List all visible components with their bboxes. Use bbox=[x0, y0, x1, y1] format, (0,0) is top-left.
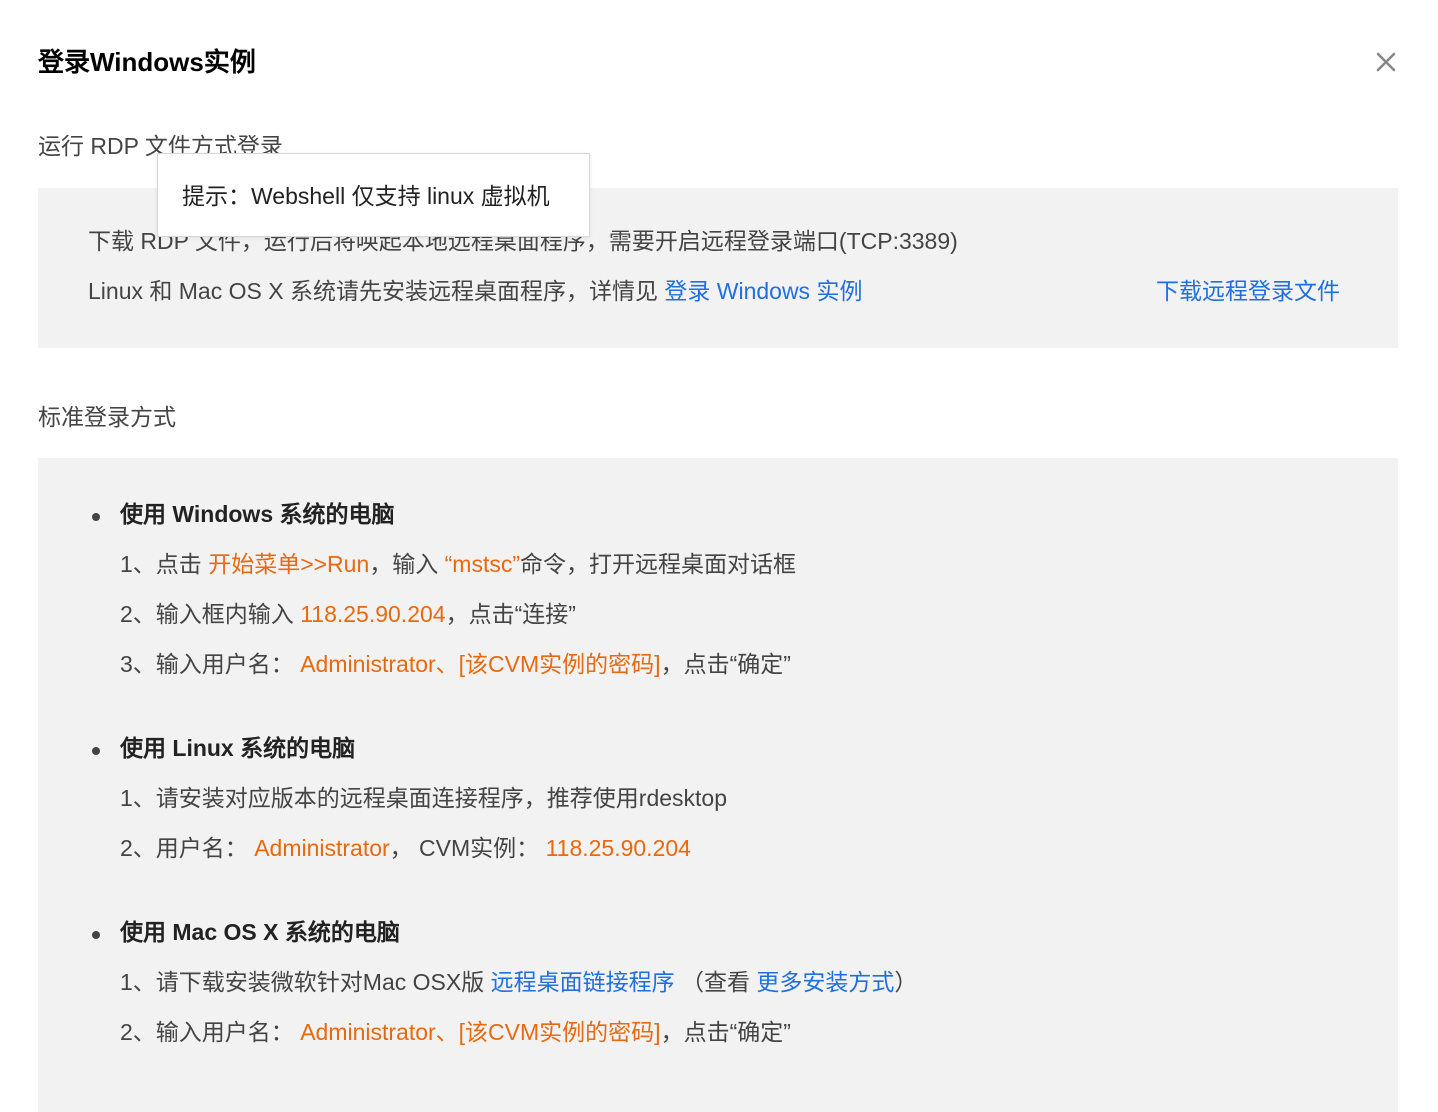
step-text: ） bbox=[894, 969, 918, 995]
standard-panel: 使用 Windows 系统的电脑 1、点击 开始菜单>>Run，输入 “msts… bbox=[38, 458, 1398, 1112]
rdp-linux-mac-note: Linux 和 Mac OS X 系统请先安装远程桌面程序，详情见 登录 Win… bbox=[88, 275, 862, 307]
step-text: ，点击“连接” bbox=[445, 601, 576, 627]
step-text: 1、点击 bbox=[120, 551, 209, 577]
credentials-highlight: Administrator、[该CVM实例的密码] bbox=[300, 1019, 661, 1045]
step-text: 2、输入框内输入 bbox=[120, 601, 301, 627]
linux-step-1: 1、请安装对应版本的远程桌面连接程序，推荐使用rdesktop bbox=[120, 785, 728, 811]
step-text: ， CVM实例： bbox=[389, 835, 546, 861]
close-icon bbox=[1376, 52, 1396, 72]
standard-section-title: 标准登录方式 bbox=[38, 404, 176, 430]
bullet-dot bbox=[92, 931, 100, 939]
close-button[interactable] bbox=[1366, 42, 1406, 82]
windows-step-1: 1、点击 开始菜单>>Run，输入 “mstsc”命令，打开远程桌面对话框 bbox=[120, 548, 796, 580]
step-text: ，输入 bbox=[369, 551, 445, 577]
step-text: ，点击“确定” bbox=[660, 651, 791, 677]
bullet-dot bbox=[92, 747, 100, 755]
windows-step-2: 2、输入框内输入 118.25.90.204，点击“连接” bbox=[120, 598, 576, 630]
ip-address-highlight: 118.25.90.204 bbox=[300, 601, 446, 627]
linux-heading: 使用 Linux 系统的电脑 bbox=[120, 735, 356, 761]
username-highlight: Administrator bbox=[254, 835, 390, 861]
tooltip-text: 提示：Webshell 仅支持 linux 虚拟机 bbox=[182, 183, 550, 209]
credentials-highlight: Administrator、[该CVM实例的密码] bbox=[300, 651, 661, 677]
mac-step-1: 1、请下载安装微软针对Mac OSX版 远程桌面链接程序 （查看 更多安装方式） bbox=[120, 966, 917, 998]
dialog-title: 登录Windows实例 bbox=[38, 47, 256, 77]
step-text: （查看 bbox=[674, 969, 757, 995]
start-menu-run-highlight: 开始菜单>>Run bbox=[208, 551, 370, 577]
step-text: 2、用户名： bbox=[120, 835, 255, 861]
mac-step-2: 2、输入用户名： Administrator、[该CVM实例的密码]，点击“确定… bbox=[120, 1016, 791, 1048]
mac-heading: 使用 Mac OS X 系统的电脑 bbox=[120, 919, 400, 945]
mstsc-command-highlight: “mstsc” bbox=[444, 551, 521, 577]
step-text: 3、输入用户名： bbox=[120, 651, 301, 677]
step-text: 命令，打开远程桌面对话框 bbox=[520, 551, 797, 577]
rdp-note-text: Linux 和 Mac OS X 系统请先安装远程桌面程序，详情见 bbox=[88, 278, 665, 304]
step-text: 2、输入用户名： bbox=[120, 1019, 301, 1045]
bullet-dot bbox=[92, 513, 100, 521]
step-text: 1、请下载安装微软针对Mac OSX版 bbox=[120, 969, 491, 995]
windows-heading: 使用 Windows 系统的电脑 bbox=[120, 501, 395, 527]
more-install-methods-link[interactable]: 更多安装方式 bbox=[756, 969, 894, 995]
webshell-tooltip: 提示：Webshell 仅支持 linux 虚拟机 bbox=[157, 153, 590, 237]
step-text: ，点击“确定” bbox=[660, 1019, 791, 1045]
remote-desktop-program-link[interactable]: 远程桌面链接程序 bbox=[491, 969, 675, 995]
linux-step-2: 2、用户名： Administrator， CVM实例： 118.25.90.2… bbox=[120, 832, 691, 864]
download-rdp-file-link[interactable]: 下载远程登录文件 bbox=[1156, 275, 1340, 307]
ip-address-highlight: 118.25.90.204 bbox=[545, 835, 691, 861]
login-windows-instance-link[interactable]: 登录 Windows 实例 bbox=[664, 278, 862, 304]
windows-step-3: 3、输入用户名： Administrator、[该CVM实例的密码]，点击“确定… bbox=[120, 648, 791, 680]
